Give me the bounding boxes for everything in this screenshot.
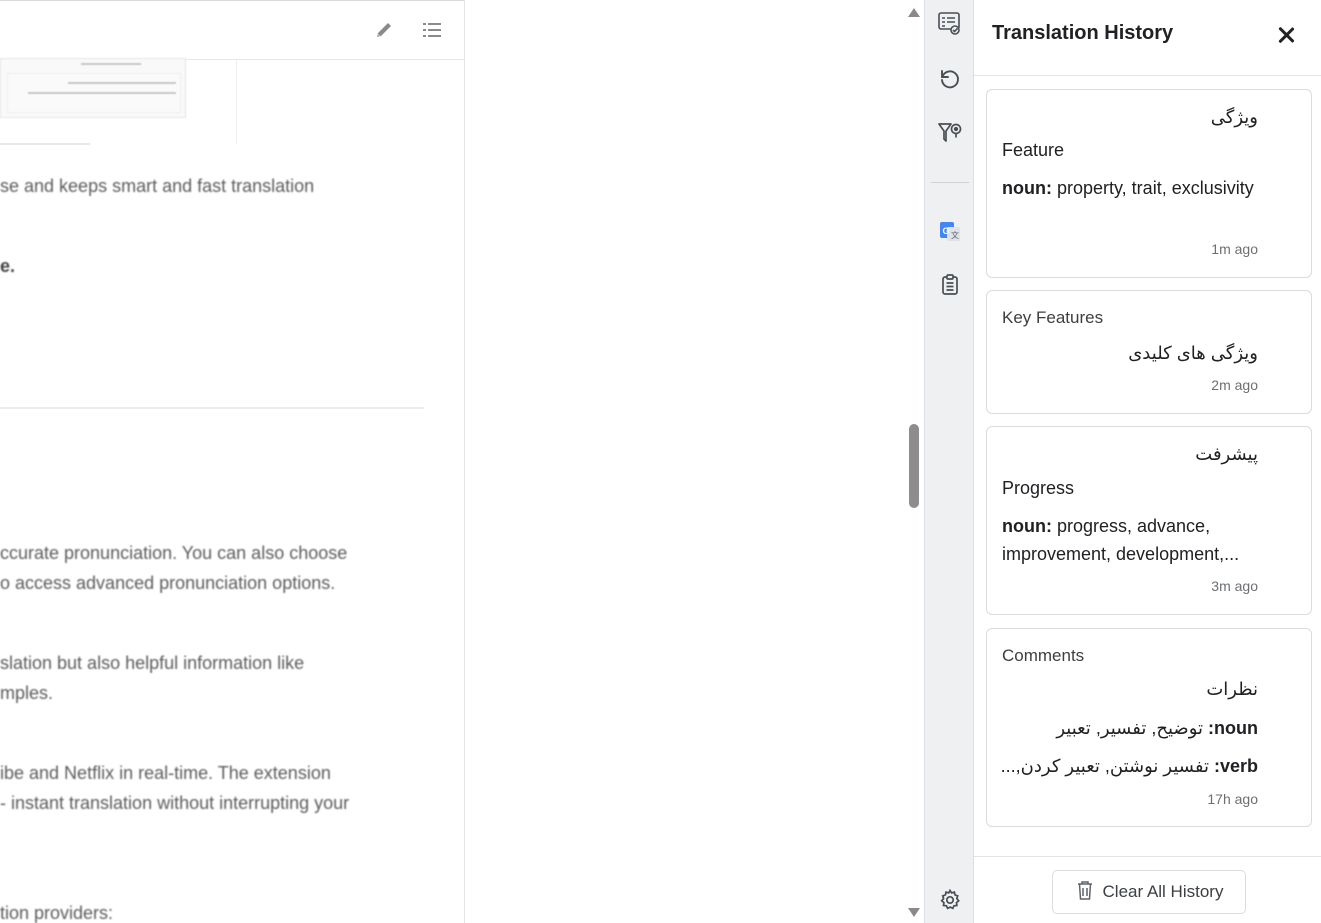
document-text-line: ccurate pronunciation. You can also choo…: [0, 543, 348, 563]
card-definition: verb: تفسیر نوشتن, تعبیر کردن,...: [1001, 756, 1258, 777]
translate-tasks-icon[interactable]: [936, 10, 964, 38]
part-of-speech-label: noun:: [1002, 178, 1052, 198]
history-card[interactable]: ویژگی Feature noun: property, trait, exc…: [986, 89, 1312, 278]
document-text-line: ibe and Netflix in real-time. The extens…: [0, 763, 331, 783]
part-of-speech-label: noun:: [1002, 516, 1052, 536]
document-text-line: mples.: [0, 683, 54, 703]
scroll-down-arrow-icon[interactable]: [908, 908, 920, 917]
svg-text:G: G: [943, 226, 950, 236]
panel-header: Translation History: [974, 0, 1321, 76]
document-text-line: se and keeps smart and fast translation: [0, 176, 315, 196]
card-source-text: Comments: [1002, 646, 1085, 665]
definition-text: توضیح, تفسیر, تعبیر: [1056, 718, 1209, 738]
history-card[interactable]: Key Features ویژگی های کلیدی 2m ago: [986, 290, 1312, 414]
card-definition: noun: توضیح, تفسیر, تعبیر: [1056, 718, 1258, 739]
translation-history-panel: Translation History ویژگی Feature noun: …: [974, 0, 1321, 923]
google-translate-icon[interactable]: G 文: [936, 217, 964, 245]
card-definition: noun: progress, advance, improvement, de…: [1002, 512, 1262, 568]
card-timestamp: 2m ago: [1211, 377, 1258, 393]
card-translation-text: Progress: [1002, 478, 1075, 498]
rail-divider: [931, 182, 969, 183]
part-of-speech-label: verb:: [1213, 756, 1258, 776]
page-scrollbar[interactable]: [904, 0, 924, 923]
refresh-icon[interactable]: [936, 65, 964, 93]
card-translation-text: Feature: [1002, 140, 1065, 160]
divider: [0, 407, 424, 409]
card-timestamp: 3m ago: [1211, 578, 1258, 594]
document-text-line: tion providers:: [0, 903, 114, 923]
clear-all-history-button[interactable]: Clear All History: [1052, 870, 1246, 914]
panel-footer: Clear All History: [974, 856, 1321, 923]
card-source-text: پیشرفت: [1195, 444, 1258, 464]
card-source-text: Key Features: [1002, 308, 1104, 327]
history-card[interactable]: پیشرفت Progress noun: progress, advance,…: [986, 426, 1312, 615]
filter-pin-icon[interactable]: [936, 119, 964, 147]
divider: [236, 60, 237, 144]
document-text-line: slation but also helpful information lik…: [0, 653, 305, 673]
clipboard-icon[interactable]: [936, 271, 964, 299]
card-definition: noun: property, trait, exclusivity: [1002, 174, 1262, 202]
clear-all-history-label: Clear All History: [1102, 882, 1224, 901]
card-timestamp: 1m ago: [1211, 241, 1258, 257]
history-card[interactable]: Comments نظرات noun: توضیح, تفسیر, تعبیر…: [986, 628, 1312, 827]
close-icon[interactable]: [1273, 22, 1299, 48]
part-of-speech-label: noun:: [1208, 718, 1258, 738]
card-timestamp: 17h ago: [1207, 791, 1258, 807]
settings-icon[interactable]: [936, 886, 964, 914]
list-icon[interactable]: [421, 19, 443, 41]
document-text-line: o access advanced pronunciation options.: [0, 573, 336, 593]
card-source-text: ویژگی: [1210, 107, 1258, 127]
divider: [0, 143, 90, 145]
card-translation-text: ویژگی های کلیدی: [1128, 343, 1258, 363]
extension-icon-rail: G 文: [924, 0, 974, 923]
definition-text: تفسیر نوشتن, تعبیر کردن,...: [1000, 756, 1214, 776]
document-text-line: - instant translation without interrupti…: [0, 793, 350, 813]
document-text-line: e.: [0, 256, 16, 276]
document-thumbnail-image: [0, 58, 186, 118]
svg-text:文: 文: [951, 230, 959, 240]
scrollbar-thumb[interactable]: [909, 424, 919, 508]
scroll-up-arrow-icon[interactable]: [908, 8, 920, 17]
definition-text: property, trait, exclusivity: [1051, 178, 1254, 198]
document-toolbar: [0, 0, 464, 60]
document-area: se and keeps smart and fast translation …: [0, 0, 465, 923]
panel-title: Translation History: [992, 22, 1174, 44]
edit-pencil-icon[interactable]: [373, 19, 395, 41]
trash-icon: [1075, 879, 1095, 906]
card-translation-text: نظرات: [1206, 679, 1258, 699]
